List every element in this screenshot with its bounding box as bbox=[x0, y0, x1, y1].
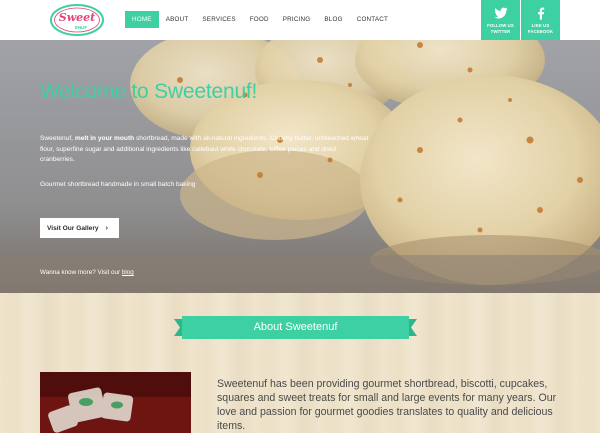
facebook-label-line2: FACEBOOK bbox=[527, 28, 554, 34]
logo-text-bottom: ENUF bbox=[75, 25, 88, 30]
nav-item-food[interactable]: FOOD bbox=[243, 11, 276, 28]
visit-gallery-label: Visit Our Gallery bbox=[47, 224, 99, 232]
hero-title: Welcome to Sweetenuf! bbox=[40, 80, 258, 103]
visit-gallery-button[interactable]: Visit Our Gallery › bbox=[40, 218, 119, 238]
sweetenuf-logo[interactable]: Sweet ENUF bbox=[50, 4, 104, 36]
logo-text-top: Sweet bbox=[59, 11, 96, 24]
nav-item-blog[interactable]: BLOG bbox=[317, 11, 349, 28]
about-heading: About Sweetenuf bbox=[253, 321, 338, 333]
chevron-right-icon: › bbox=[105, 224, 108, 232]
about-section: About Sweetenuf Sweetenuf has been provi… bbox=[0, 293, 600, 433]
hero-section: Welcome to Sweetenuf! Sweetenuf, melt in… bbox=[0, 0, 600, 293]
about-candy-photo bbox=[40, 372, 191, 433]
twitter-label-line2: TWITTER bbox=[490, 28, 511, 34]
facebook-f-icon bbox=[537, 7, 544, 20]
blog-link[interactable]: blog bbox=[122, 269, 134, 276]
nav-item-about[interactable]: ABOUT bbox=[159, 11, 196, 28]
facebook-like-button[interactable]: LIKE US FACEBOOK bbox=[521, 0, 560, 40]
about-body: Sweetenuf has been providing gourmet sho… bbox=[217, 378, 557, 432]
hero-intro: Sweetenuf, melt in your mouth shortbread… bbox=[40, 135, 369, 163]
nav-item-home[interactable]: HOME bbox=[125, 11, 159, 28]
hero-more-text: Wanna know more? Visit our blog bbox=[40, 269, 134, 276]
main-nav: HOME ABOUT SERVICES FOOD PRICING BLOG CO… bbox=[125, 11, 395, 28]
twitter-bird-icon bbox=[493, 7, 508, 19]
hero-subtitle: Gourmet shortbread handmade in small bat… bbox=[40, 181, 196, 188]
nav-item-services[interactable]: SERVICES bbox=[195, 11, 242, 28]
twitter-follow-button[interactable]: FOLLOW US TWITTER bbox=[481, 0, 520, 40]
nav-item-pricing[interactable]: PRICING bbox=[276, 11, 318, 28]
nav-item-contact[interactable]: CONTACT bbox=[350, 11, 395, 28]
